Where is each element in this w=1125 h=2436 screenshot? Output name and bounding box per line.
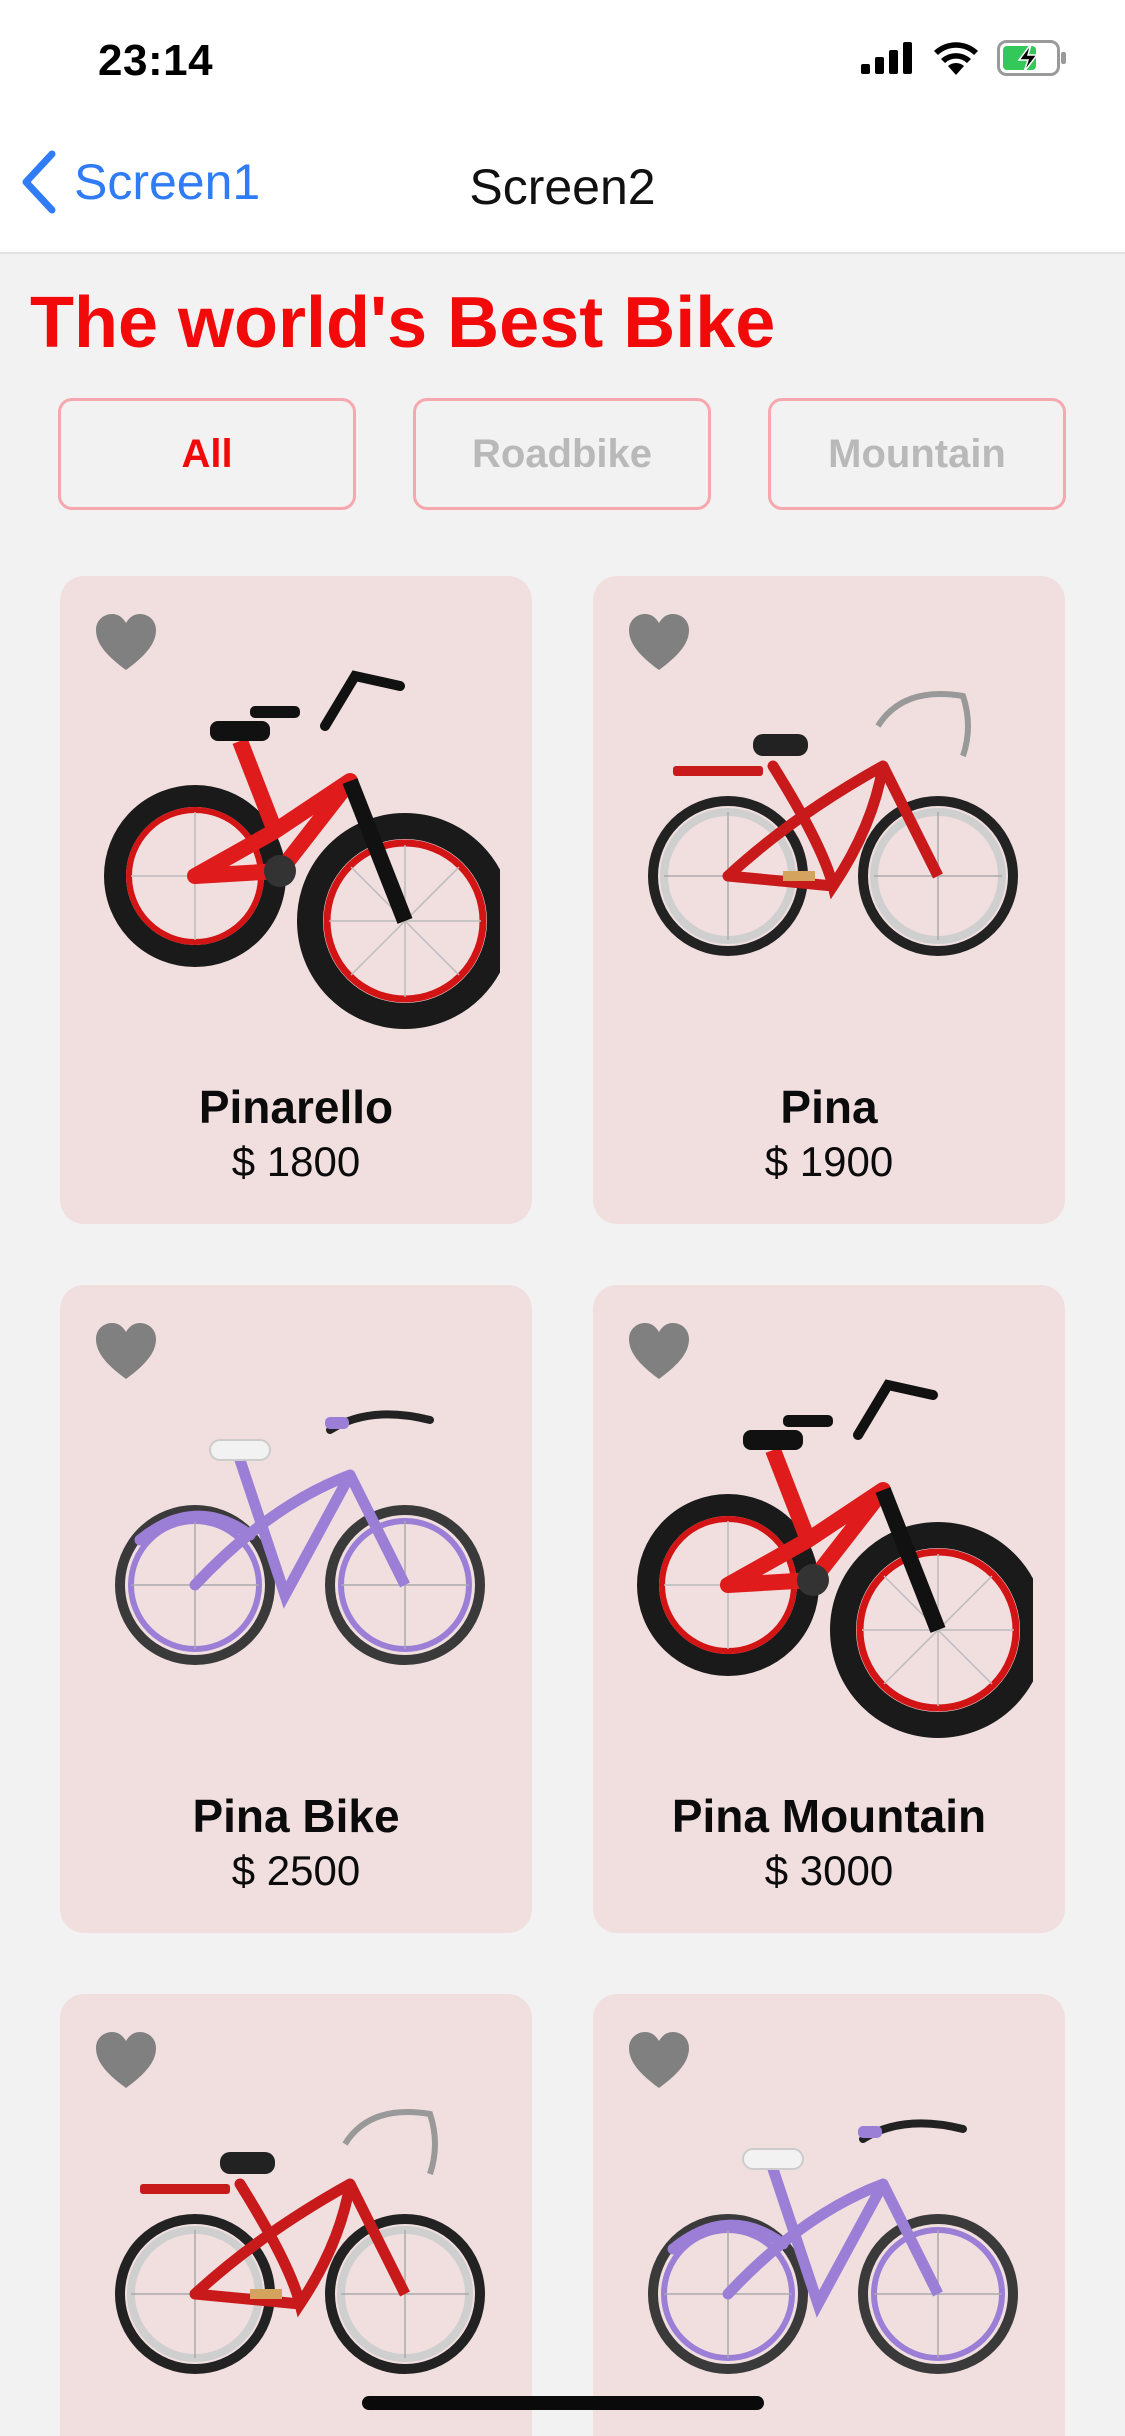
bike-image [633, 1325, 1033, 1765]
product-card[interactable] [60, 1994, 532, 2436]
wifi-icon [934, 42, 978, 75]
product-name: Pina [780, 1081, 878, 1133]
product-name: Pinarello [198, 1081, 394, 1133]
product-card[interactable]: Pinarello $ 1800 [60, 576, 532, 1224]
bike-image [100, 616, 500, 1056]
bike-image [633, 616, 1033, 1056]
product-price: $ 1900 [764, 1138, 894, 1185]
page-heading: The world's Best Bike [30, 283, 776, 363]
product-name: Pina Bike [192, 1790, 400, 1842]
signal-icon [861, 42, 912, 74]
product-price: $ 1800 [231, 1138, 361, 1185]
status-bar: 23:14 [0, 0, 1125, 120]
filter-row: All Roadbike Mountain [58, 398, 1068, 514]
product-price: $ 2500 [231, 1847, 361, 1894]
status-time: 23:14 [98, 36, 214, 85]
navigation-bar: Screen1 Screen2 [0, 120, 1125, 254]
battery-charging-icon [997, 40, 1066, 76]
filter-roadbike-button[interactable]: Roadbike [413, 398, 711, 510]
filter-all-button[interactable]: All [58, 398, 356, 510]
product-card[interactable] [593, 1994, 1065, 2436]
home-indicator [362, 2396, 764, 2410]
product-card[interactable]: Pina $ 1900 [593, 576, 1065, 1224]
filter-mountain-button[interactable]: Mountain [768, 398, 1066, 510]
nav-title: Screen2 [469, 159, 656, 215]
product-card[interactable]: Pina Bike $ 2500 [60, 1285, 532, 1933]
product-price: $ 3000 [764, 1847, 894, 1894]
product-name: Pina Mountain [671, 1790, 987, 1842]
bike-image [100, 2034, 500, 2436]
bike-image [100, 1325, 500, 1765]
product-card[interactable]: Pina Mountain $ 3000 [593, 1285, 1065, 1933]
status-icons [861, 40, 1069, 76]
bike-image [633, 2034, 1033, 2436]
